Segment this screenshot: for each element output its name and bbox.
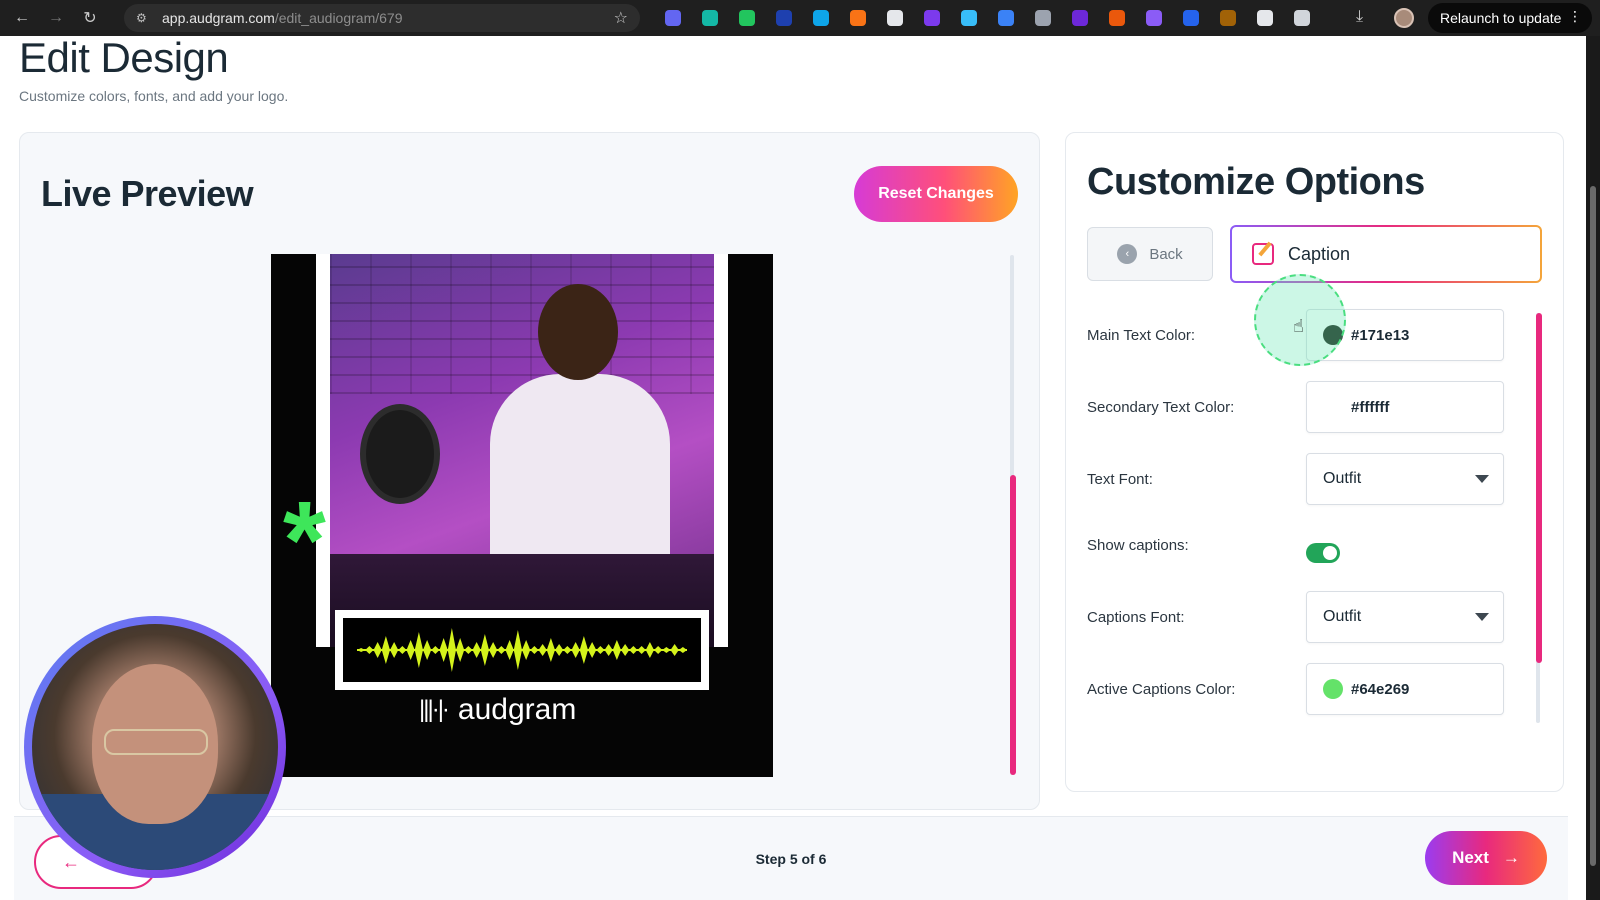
extension-icon[interactable] <box>697 8 723 28</box>
extension-icon[interactable] <box>1067 8 1093 28</box>
back-label: Back <box>1149 245 1183 263</box>
podcaster-image <box>460 284 680 584</box>
extension-icon[interactable] <box>808 8 834 28</box>
back-arrow-icon[interactable]: ← <box>10 6 34 30</box>
edit-icon <box>1252 243 1274 265</box>
preview-scrollbar-thumb[interactable] <box>1010 475 1016 775</box>
audgram-logo-text: audgram <box>457 693 577 726</box>
options-scrollbar-thumb[interactable] <box>1536 313 1542 663</box>
url-path: /edit_audiogram/679 <box>274 10 403 26</box>
extension-icon[interactable] <box>882 8 908 28</box>
extension-icon[interactable] <box>660 8 686 28</box>
secondary-text-color-value: #ffffff <box>1351 398 1390 416</box>
preview-title: Live Preview <box>41 173 254 214</box>
bookmark-star-icon[interactable]: ☆ <box>614 8 628 28</box>
waveform-box <box>335 610 709 690</box>
main-text-color-value: #171e13 <box>1351 326 1410 344</box>
next-button[interactable]: Next → <box>1425 831 1547 885</box>
next-label: Next <box>1452 848 1489 867</box>
extension-icon[interactable] <box>1252 8 1278 28</box>
page-scrollbar-thumb[interactable] <box>1590 186 1596 866</box>
audgram-logo: |||·|· audgram <box>419 690 576 730</box>
extension-icon[interactable] <box>1141 8 1167 28</box>
show-captions-label: Show captions: <box>1087 537 1189 554</box>
extension-icon[interactable] <box>956 8 982 28</box>
microphone-image <box>360 404 440 504</box>
text-font-select[interactable]: Outfit <box>1306 453 1504 505</box>
options-title: Customize Options <box>1087 161 1425 203</box>
waveform-graphic <box>357 628 687 672</box>
captions-font-value: Outfit <box>1323 608 1362 625</box>
extension-icon[interactable] <box>1030 8 1056 28</box>
audgram-logo-mark: |||·|· <box>419 696 450 723</box>
webcam-overlay <box>24 616 286 878</box>
secondary-text-color-label: Secondary Text Color: <box>1087 399 1235 416</box>
main-text-color-label: Main Text Color: <box>1087 327 1196 344</box>
caret-down-icon <box>1475 613 1489 621</box>
address-bar[interactable]: ⚙ app.audgram.com/edit_audiogram/679 ☆ <box>124 4 640 32</box>
extension-icon[interactable] <box>919 8 945 28</box>
secondary-text-color-swatch[interactable] <box>1323 397 1343 417</box>
extension-icon[interactable] <box>771 8 797 28</box>
caption-tab[interactable]: Caption <box>1230 225 1542 283</box>
url-text[interactable]: app.audgram.com/edit_audiogram/679 <box>162 10 403 26</box>
text-font-value: Outfit <box>1323 470 1362 487</box>
extension-icon[interactable] <box>993 8 1019 28</box>
more-menu-icon[interactable]: ⋮ <box>1568 8 1582 25</box>
extension-icon[interactable] <box>1178 8 1204 28</box>
back-button[interactable]: ‹ Back <box>1087 227 1213 281</box>
site-settings-icon[interactable]: ⚙ <box>136 11 154 25</box>
page-title: Edit Design <box>19 34 229 81</box>
hand-cursor-icon: ☝ <box>1293 316 1304 336</box>
browser-toolbar: ← → ↻ ⚙ app.audgram.com/edit_audiogram/6… <box>0 0 1600 36</box>
asterisk-decoration: * <box>283 479 326 602</box>
extension-icon[interactable] <box>1215 8 1241 28</box>
chevron-left-icon: ‹ <box>1117 244 1138 264</box>
reload-icon[interactable]: ↻ <box>78 6 102 30</box>
extension-icon[interactable] <box>845 8 871 28</box>
active-captions-color-swatch[interactable] <box>1323 679 1343 699</box>
secondary-text-color-input[interactable]: #ffffff <box>1306 381 1504 433</box>
toggle-knob <box>1323 546 1337 560</box>
arrow-right-icon: → <box>1502 848 1520 867</box>
customize-options-card: Customize Options ‹ Back Caption Main Te… <box>1065 132 1564 792</box>
preview-photo <box>316 254 728 647</box>
active-captions-color-input[interactable]: #64e269 <box>1306 663 1504 715</box>
forward-arrow-icon[interactable]: → <box>44 6 68 30</box>
show-captions-toggle[interactable] <box>1306 543 1340 563</box>
extension-icon[interactable] <box>734 8 760 28</box>
profile-avatar[interactable] <box>1394 8 1414 28</box>
extension-icon[interactable] <box>1289 8 1315 28</box>
relaunch-label: Relaunch to update <box>1440 10 1562 26</box>
download-icon[interactable]: ⤓ <box>1356 8 1363 26</box>
active-captions-color-label: Active Captions Color: <box>1087 681 1236 698</box>
url-host: app.audgram.com <box>162 10 275 26</box>
audiogram-preview: * |||·|· audgram <box>271 254 773 777</box>
extensions-bar <box>660 8 1315 28</box>
text-font-label: Text Font: <box>1087 471 1153 488</box>
reset-changes-button[interactable]: Reset Changes <box>854 166 1018 222</box>
caret-down-icon <box>1475 475 1489 483</box>
relaunch-button[interactable]: Relaunch to update ⋮ <box>1428 3 1592 33</box>
caption-tab-label: Caption <box>1288 243 1351 264</box>
captions-font-label: Captions Font: <box>1087 609 1185 626</box>
active-captions-color-value: #64e269 <box>1351 680 1410 698</box>
page-subtitle: Customize colors, fonts, and add your lo… <box>19 88 289 104</box>
captions-font-select[interactable]: Outfit <box>1306 591 1504 643</box>
extension-icon[interactable] <box>1104 8 1130 28</box>
